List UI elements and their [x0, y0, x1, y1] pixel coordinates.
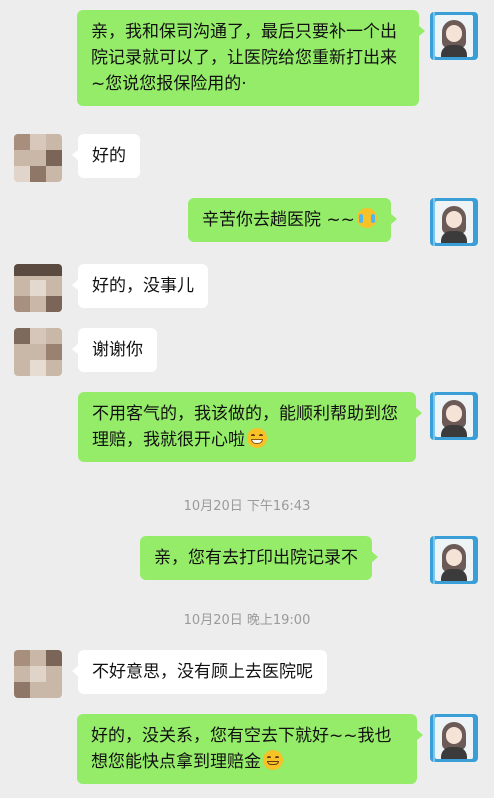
my-message-bubble[interactable]: 亲，我和保司沟通了，最后只要补一个出院记录就可以了，让医院给您重新打出来~您说您…: [77, 10, 425, 106]
message-text: 不用客气的，我该做的，能顺利帮助到您理赔，我就很开心啦: [92, 404, 398, 450]
chat-message-list[interactable]: 亲，我和保司沟通了，最后只要补一个出院记录就可以了，让医院给您重新打出来~您说您…: [0, 0, 494, 798]
message-text: 好的，没事儿: [92, 276, 194, 296]
my-message-bubble[interactable]: 好的，没关系，您有空去下就好~~我也想您能快点拿到理赔金: [77, 714, 423, 784]
smiling-face-emoji: [263, 750, 283, 770]
message-text: 好的: [92, 146, 126, 166]
message-text: 亲，您有去打印出院记录不: [154, 548, 358, 568]
contact-message-bubble[interactable]: 好的: [72, 134, 140, 178]
message-text: 谢谢你: [92, 340, 143, 360]
contact-message-bubble[interactable]: 好的，没事儿: [72, 264, 208, 308]
contact-avatar[interactable]: [14, 264, 62, 312]
my-avatar[interactable]: [430, 392, 478, 440]
grinning-face-emoji: [247, 428, 267, 448]
message-text: 辛苦你去趟医院 ~~: [202, 210, 355, 230]
message-text: 亲，我和保司沟通了，最后只要补一个出院记录就可以了，让医院给您重新打出来~您说您…: [91, 22, 397, 94]
chat-timestamp: 10月20日 晚上19:00: [183, 613, 311, 628]
message-text: 好的，没关系，您有空去下就好~~我也想您能快点拿到理赔金: [91, 726, 392, 772]
chat-timestamp: 10月20日 下午16:43: [183, 499, 311, 514]
message-text: 不好意思，没有顾上去医院呢: [92, 662, 313, 682]
my-message-bubble[interactable]: 辛苦你去趟医院 ~~: [188, 198, 397, 242]
my-message-bubble[interactable]: 亲，您有去打印出院记录不: [140, 536, 378, 580]
contact-message-bubble[interactable]: 不好意思，没有顾上去医院呢: [72, 650, 327, 694]
my-avatar[interactable]: [430, 198, 478, 246]
crying-face-emoji: [356, 208, 377, 228]
my-avatar[interactable]: [430, 714, 478, 762]
my-avatar[interactable]: [430, 536, 478, 584]
my-message-bubble[interactable]: 不用客气的，我该做的，能顺利帮助到您理赔，我就很开心啦: [78, 392, 422, 462]
contact-message-bubble[interactable]: 谢谢你: [72, 328, 157, 372]
my-avatar[interactable]: [430, 12, 478, 60]
contact-avatar[interactable]: [14, 134, 62, 182]
contact-avatar[interactable]: [14, 650, 62, 698]
contact-avatar[interactable]: [14, 328, 62, 376]
